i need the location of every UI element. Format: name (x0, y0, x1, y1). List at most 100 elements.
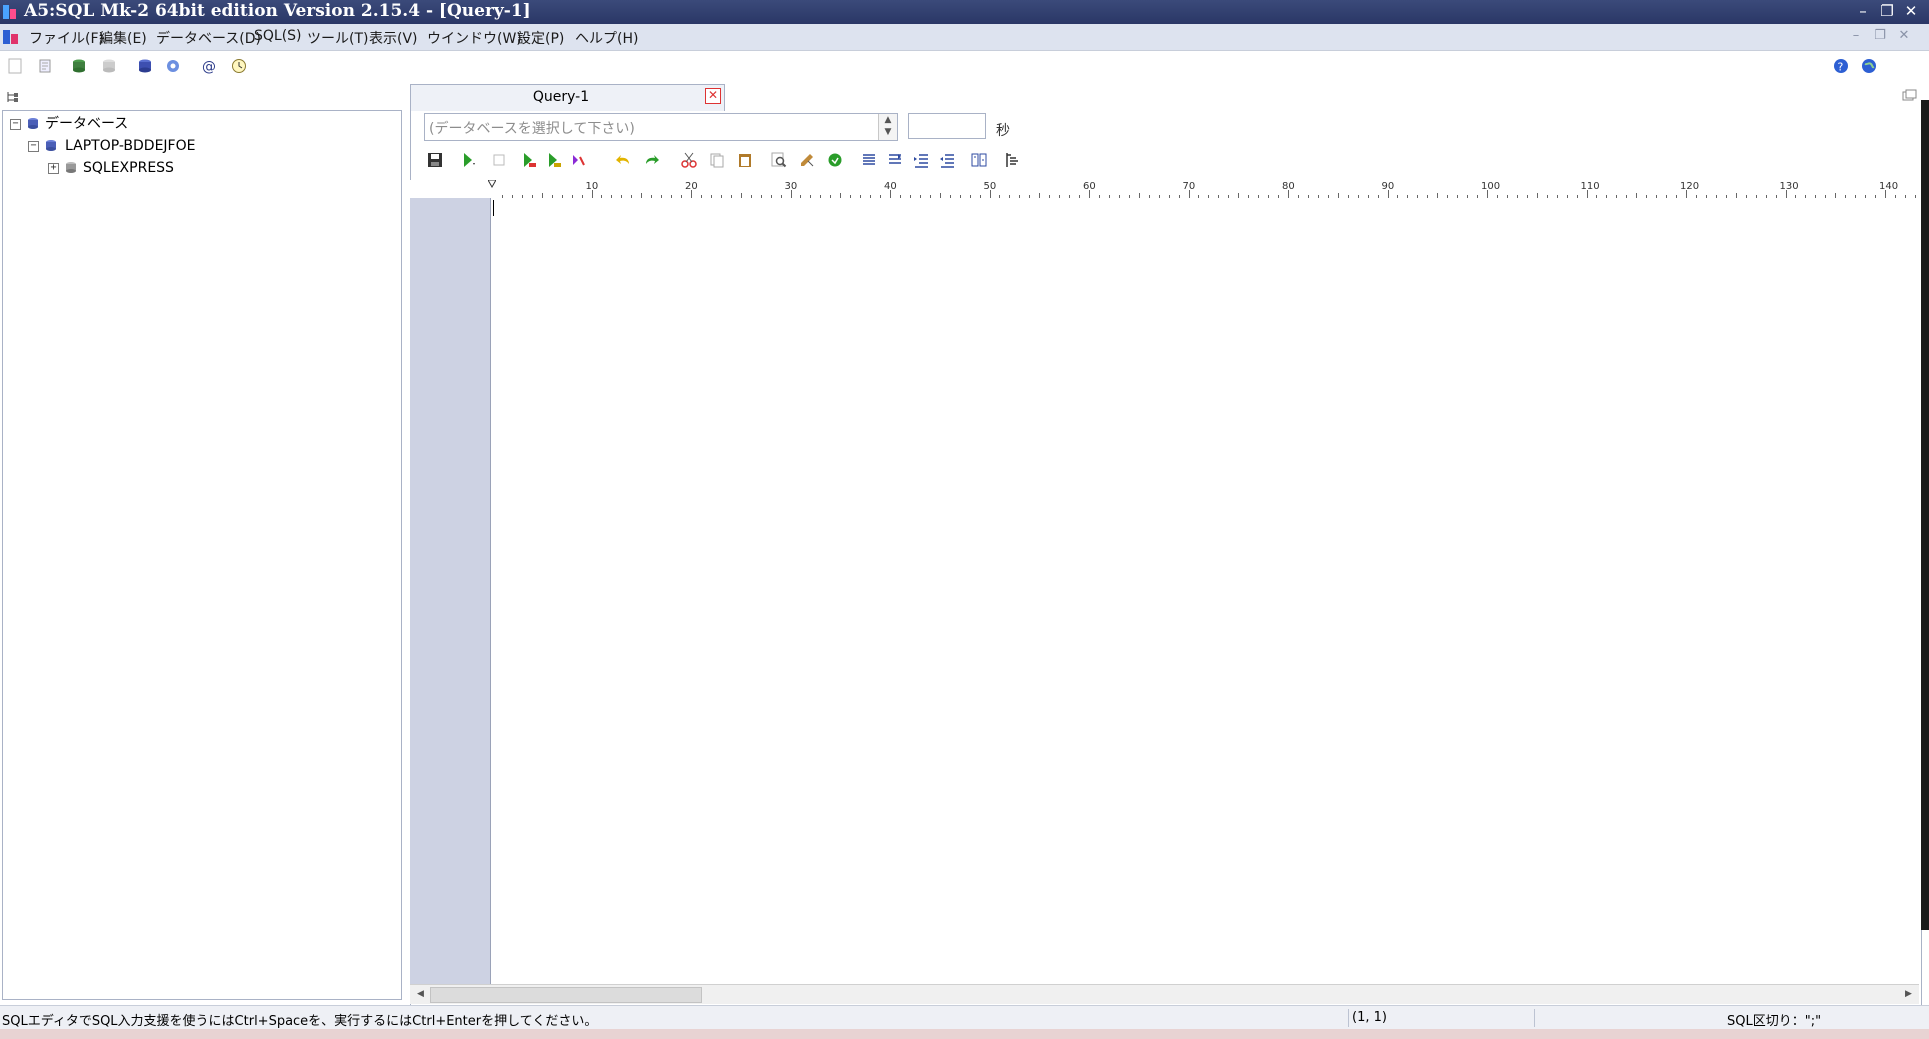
window-list-icon[interactable] (1902, 89, 1918, 103)
databases-icon (28, 118, 38, 129)
outline-icon[interactable] (1004, 151, 1022, 169)
window-title: A5:SQL Mk-2 64bit edition Version 2.15.4… (24, 1, 531, 21)
menu-view[interactable]: 表示(V) (369, 28, 418, 48)
mdi-minimize-button[interactable]: – (1846, 28, 1866, 46)
run-icon[interactable] (460, 151, 478, 169)
horizontal-scrollbar[interactable]: ◀ ▶ (410, 984, 1919, 1004)
menu-file[interactable]: ファイル(F) (29, 28, 104, 48)
cursor-position: (1, 1) (1352, 1010, 1387, 1025)
server-icon (46, 140, 56, 151)
web-icon[interactable] (1860, 57, 1878, 75)
tree-view-icon[interactable] (6, 90, 20, 104)
database-tree: − データベース − LAPTOP-BDDEJFOE + SQLEXPRESS (2, 110, 402, 1000)
scroll-thumb[interactable] (430, 987, 702, 1003)
status-message: SQLエディタでSQL入力支援を使うにはCtrl+Spaceを、実行するにはCt… (2, 1014, 598, 1029)
minimize-button[interactable]: – (1852, 1, 1874, 21)
tree-node-databases[interactable]: − データベース (7, 114, 387, 134)
collapse-toggle[interactable]: − (28, 141, 39, 152)
tab-close-icon[interactable]: ✕ (705, 88, 721, 104)
ruler-label: 90 (1381, 181, 1395, 192)
status-separator (1534, 1009, 1535, 1027)
ruler-label: 10 (585, 181, 599, 192)
explain-icon[interactable] (570, 151, 588, 169)
mdi-close-button[interactable]: ✕ (1894, 28, 1914, 46)
menu-settings[interactable]: 設定(P) (517, 28, 564, 48)
ruler-label: 110 (1580, 181, 1600, 192)
close-button[interactable]: ✕ (1900, 1, 1922, 21)
tree-node-label: LAPTOP-BDDEJFOE (65, 138, 196, 154)
compare-icon[interactable] (970, 151, 988, 169)
database-select[interactable]: (データベースを選択して下さい) ▲ ▼ (424, 113, 898, 141)
restore-button[interactable]: ❐ (1876, 1, 1898, 21)
at-icon[interactable]: @ (200, 57, 218, 75)
menu-sql[interactable]: SQL(S) (254, 28, 302, 44)
ruler-label: 60 (1083, 181, 1096, 192)
undo-icon[interactable] (615, 151, 633, 169)
run-step-icon[interactable] (520, 151, 538, 169)
database-icon[interactable] (136, 57, 154, 75)
replace-icon[interactable] (798, 151, 816, 169)
timeout-input[interactable] (908, 113, 986, 139)
expand-toggle[interactable]: + (48, 163, 59, 174)
ruler-label: 70 (1182, 181, 1196, 192)
title-bar: A5:SQL Mk-2 64bit edition Version 2.15.4… (0, 0, 1929, 24)
help-icon[interactable]: ? (1832, 57, 1850, 75)
sql-delimiter: SQL区切り：";" (1727, 1014, 1822, 1029)
cut-icon[interactable] (680, 151, 698, 169)
tree-node-label: データベース (45, 116, 129, 132)
mdi-restore-button[interactable]: ❐ (1870, 28, 1890, 46)
tab-label: Query-1 (532, 89, 590, 105)
status-separator (1348, 1009, 1349, 1027)
run-csv-icon[interactable] (545, 151, 563, 169)
outdent-icon[interactable] (938, 151, 956, 169)
ruler-caret-marker-icon (488, 180, 496, 188)
disconnect-database-icon[interactable] (100, 57, 118, 75)
editor-ruler: 10 20 30 40 50 60 70 80 90 100 110 120 130 140 (410, 180, 1919, 199)
align-left-icon[interactable] (860, 151, 878, 169)
tree-node-label: SQLEXPRESS (83, 160, 174, 176)
ruler-label: 120 (1680, 181, 1700, 192)
scroll-left-icon[interactable]: ◀ (412, 985, 429, 1004)
settings-icon[interactable] (164, 57, 182, 75)
sqlserver-icon (66, 162, 76, 173)
menu-tools[interactable]: ツール(T) (307, 28, 368, 48)
ruler-label: 30 (784, 181, 798, 192)
child-window-icon[interactable] (2, 28, 20, 46)
dropdown-arrow-icon[interactable]: ▲ ▼ (878, 114, 897, 140)
tree-node-server[interactable]: − LAPTOP-BDDEJFOE (25, 136, 385, 156)
menu-window[interactable]: ウインドウ(W) (427, 28, 522, 48)
app-icon (3, 5, 16, 19)
menu-database[interactable]: データベース(D) (156, 28, 261, 48)
stop-icon[interactable] (490, 151, 508, 169)
connect-database-icon[interactable] (70, 57, 88, 75)
ruler-label: 40 (884, 181, 897, 192)
clock-icon[interactable] (230, 57, 248, 75)
text-caret (493, 200, 494, 216)
tab-query-1[interactable]: Query-1 ✕ (410, 84, 725, 111)
status-bar: SQLエディタでSQL入力支援を使うにはCtrl+Spaceを、実行するにはCt… (0, 1005, 1929, 1030)
scroll-right-icon[interactable]: ▶ (1900, 985, 1917, 1004)
format-icon[interactable] (826, 151, 844, 169)
ruler-label: 140 (1879, 181, 1899, 192)
align-wrap-icon[interactable] (886, 151, 904, 169)
open-icon[interactable] (36, 57, 54, 75)
tree-node-instance[interactable]: + SQLEXPRESS (45, 158, 385, 178)
copy-icon[interactable] (708, 151, 726, 169)
new-icon[interactable] (6, 57, 24, 75)
indent-icon[interactable] (912, 151, 930, 169)
ruler-label: 80 (1282, 181, 1295, 192)
find-icon[interactable] (770, 151, 788, 169)
ruler-label: 130 (1779, 181, 1799, 192)
sql-editor-textarea[interactable] (491, 198, 1919, 985)
save-icon[interactable] (426, 151, 444, 169)
ruler-label: 50 (983, 181, 997, 192)
menu-edit[interactable]: 編集(E) (99, 28, 147, 48)
taskbar-strip (0, 1029, 1929, 1039)
menu-help[interactable]: ヘルプ(H) (575, 28, 638, 48)
window-edge (1921, 100, 1929, 930)
paste-icon[interactable] (736, 151, 754, 169)
menu-bar: ファイル(F) 編集(E) データベース(D) SQL(S) ツール(T) 表示… (0, 24, 1929, 51)
redo-icon[interactable] (642, 151, 660, 169)
collapse-toggle[interactable]: − (10, 119, 21, 130)
ruler-label: 20 (685, 181, 698, 192)
